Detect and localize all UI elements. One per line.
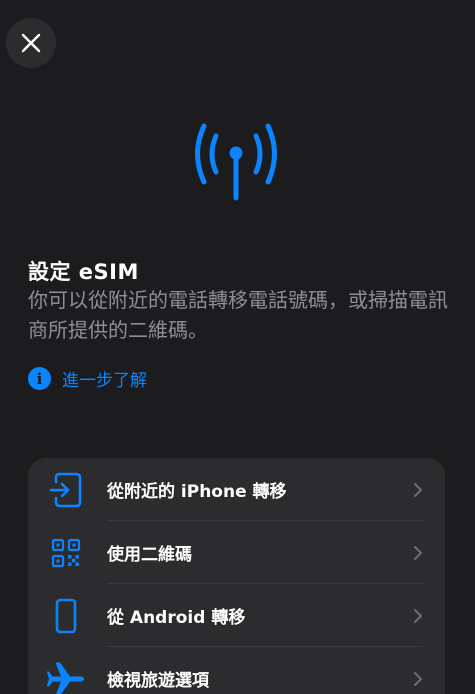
info-icon: i [28, 367, 51, 390]
option-label: 從附近的 iPhone 轉移 [107, 482, 287, 502]
phone-transfer-icon [42, 470, 90, 510]
chevron-right-icon [414, 545, 422, 560]
learn-more-label: 進一步了解 [62, 371, 147, 391]
airplane-icon [42, 659, 90, 694]
setup-options-list: 從附近的 iPhone 轉移 使用二維碼 從 Android 轉移 檢視旅遊選項 [28, 458, 445, 694]
option-label: 檢視旅遊選項 [107, 671, 209, 691]
option-use-qr-code[interactable]: 使用二維碼 [28, 521, 445, 584]
page-description: 你可以從附近的電話轉移電話號碼，或掃描電訊商所提供的二維碼。 [28, 288, 448, 342]
option-label: 從 Android 轉移 [107, 608, 246, 628]
close-icon [21, 33, 41, 53]
page-title: 設定 eSIM [28, 260, 139, 284]
chevron-right-icon [414, 608, 422, 623]
esim-setup-screen: 設定 eSIM 你可以從附近的電話轉移電話號碼，或掃描電訊商所提供的二維碼。 i… [0, 0, 475, 694]
option-transfer-from-android[interactable]: 從 Android 轉移 [28, 584, 445, 647]
option-travel-options[interactable]: 檢視旅遊選項 [28, 647, 445, 694]
option-label: 使用二維碼 [107, 545, 192, 565]
qr-code-icon [42, 533, 90, 573]
chevron-right-icon [414, 482, 422, 497]
antenna-signal-icon [195, 123, 277, 201]
learn-more-link[interactable]: i 進一步了解 [28, 366, 147, 391]
option-transfer-from-iphone[interactable]: 從附近的 iPhone 轉移 [28, 458, 445, 521]
close-button[interactable] [6, 18, 56, 68]
android-phone-icon [42, 596, 90, 636]
chevron-right-icon [414, 671, 422, 686]
